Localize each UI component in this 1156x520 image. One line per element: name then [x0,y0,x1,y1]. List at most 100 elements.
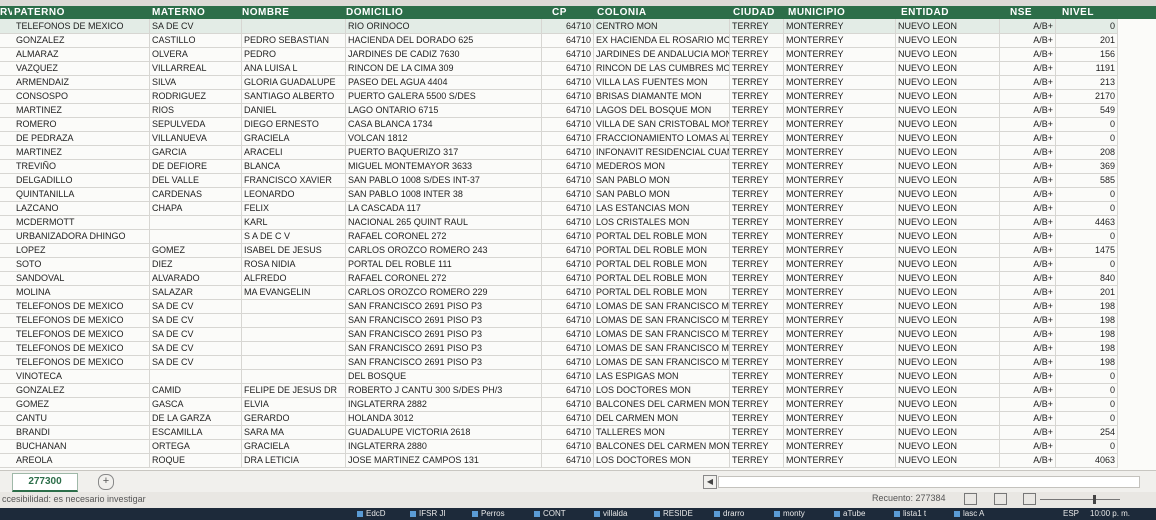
table-row[interactable]: LAZCANO CHAPA FELIX LA CASCADA 117 64710 LAS … [0,201,1118,216]
table-row[interactable]: TELEFONOS DE MEXICO SA DE CV RIO ORINOCO 64… [0,19,1118,34]
table-cell[interactable]: SALAZAR [150,285,242,299]
table-cell[interactable]: TERREY [730,453,784,467]
table-cell[interactable]: MONTERREY [784,117,896,131]
column-header-cp[interactable]: CP [552,6,592,19]
table-cell[interactable]: LA CASCADA 117 [346,201,542,215]
table-cell[interactable]: MONTERREY [784,327,896,341]
table-cell[interactable]: MARTINEZ [14,145,150,159]
table-cell[interactable]: CAMID [150,383,242,397]
table-cell[interactable]: TELEFONOS DE MEXICO [14,355,150,369]
table-cell[interactable]: TERREY [730,19,784,33]
table-cell[interactable]: TERREY [730,145,784,159]
table-cell[interactable]: NUEVO LEON [896,229,1000,243]
table-row[interactable]: MOLINA SALAZAR MA EVANGELIN CARLOS OROZCO R… [0,285,1118,300]
table-cell[interactable] [242,369,346,383]
table-cell[interactable]: VOLCAN 1812 [346,131,542,145]
table-cell[interactable]: 549 [1056,103,1118,117]
language-indicator[interactable]: ESP [1063,508,1079,520]
table-cell[interactable]: NUEVO LEON [896,19,1000,33]
table-row[interactable]: TELEFONOS DE MEXICO SA DE CV SAN FRANCISCO… [0,327,1118,342]
table-cell[interactable]: MONTERREY [784,75,896,89]
table-cell[interactable]: 840 [1056,271,1118,285]
table-cell[interactable]: A/B+ [1000,299,1056,313]
table-cell[interactable]: QUINTANILLA [14,187,150,201]
table-cell[interactable]: A/B+ [1000,453,1056,467]
table-cell[interactable]: PEDRO SEBASTIAN [242,33,346,47]
table-cell[interactable]: TERREY [730,33,784,47]
taskbar-item[interactable]: IFSR JI [408,508,446,520]
table-cell[interactable]: 64710 [542,327,594,341]
table-cell[interactable]: GRACIELA [242,439,346,453]
table-cell[interactable]: A/B+ [1000,187,1056,201]
table-cell[interactable]: ARACELI [242,145,346,159]
table-cell[interactable]: NUEVO LEON [896,439,1000,453]
table-cell[interactable]: A/B+ [1000,257,1056,271]
table-cell[interactable]: BALCONES DEL CARMEN MON [594,439,730,453]
table-cell[interactable]: NUEVO LEON [896,355,1000,369]
table-cell[interactable]: HOLANDA 3012 [346,411,542,425]
taskbar-item[interactable]: aTube [832,508,865,520]
table-cell[interactable]: NUEVO LEON [896,397,1000,411]
table-cell[interactable]: NUEVO LEON [896,131,1000,145]
table-cell[interactable]: SA DE CV [150,327,242,341]
table-cell[interactable]: 4063 [1056,453,1118,467]
table-cell[interactable]: BUCHANAN [14,439,150,453]
table-cell[interactable]: SILVA [150,75,242,89]
table-cell[interactable]: LOMAS DE SAN FRANCISCO MC [594,341,730,355]
table-cell[interactable]: A/B+ [1000,383,1056,397]
table-cell[interactable]: 254 [1056,425,1118,439]
table-cell[interactable]: GOMEZ [150,243,242,257]
table-cell[interactable]: MONTERREY [784,453,896,467]
table-cell[interactable]: 64710 [542,89,594,103]
table-cell[interactable]: LOS DOCTORES MON [594,453,730,467]
table-cell[interactable]: GLORIA GUADALUPE [242,75,346,89]
table-cell[interactable]: A/B+ [1000,327,1056,341]
table-cell[interactable]: ELVIA [242,397,346,411]
table-cell[interactable]: LOMAS DE SAN FRANCISCO MC [594,313,730,327]
table-cell[interactable]: 64710 [542,131,594,145]
table-cell[interactable]: CONSOSPO [14,89,150,103]
table-cell[interactable]: RIO ORINOCO [346,19,542,33]
table-cell[interactable]: A/B+ [1000,285,1056,299]
table-cell[interactable]: A/B+ [1000,159,1056,173]
table-cell[interactable] [242,19,346,33]
table-cell[interactable]: MARTINEZ [14,103,150,117]
table-cell[interactable]: NUEVO LEON [896,453,1000,467]
table-cell[interactable]: S A DE C V [242,229,346,243]
table-cell[interactable]: OLVERA [150,47,242,61]
table-cell[interactable]: A/B+ [1000,369,1056,383]
table-row[interactable]: SOTO DIEZ ROSA NIDIA PORTAL DEL ROBLE 111 64… [0,257,1118,272]
table-cell[interactable]: NUEVO LEON [896,89,1000,103]
table-cell[interactable]: 0 [1056,201,1118,215]
table-cell[interactable]: 198 [1056,341,1118,355]
table-cell[interactable]: VAZQUEZ [14,61,150,75]
table-cell[interactable]: NUEVO LEON [896,33,1000,47]
table-cell[interactable]: MONTERREY [784,229,896,243]
table-cell[interactable]: 4463 [1056,215,1118,229]
table-cell[interactable]: 369 [1056,159,1118,173]
taskbar-item[interactable]: monty [772,508,805,520]
table-cell[interactable]: MOLINA [14,285,150,299]
column-header-nivel[interactable]: NIVEL [1062,6,1112,19]
table-cell[interactable]: SARA MA [242,425,346,439]
table-cell[interactable] [150,229,242,243]
table-cell[interactable]: DELGADILLO [14,173,150,187]
table-cell[interactable]: 64710 [542,425,594,439]
table-cell[interactable]: NUEVO LEON [896,411,1000,425]
table-cell[interactable]: TERREY [730,201,784,215]
table-cell[interactable]: RAFAEL CORONEL 272 [346,271,542,285]
table-cell[interactable]: NUEVO LEON [896,383,1000,397]
taskbar-item[interactable]: Perros [470,508,505,520]
table-row[interactable]: VINOTECA DEL BOSQUE 64710 LAS ESPIGAS MON TE… [0,369,1118,384]
table-cell[interactable]: MONTERREY [784,355,896,369]
table-cell[interactable]: DEL CARMEN MON [594,411,730,425]
table-cell[interactable] [150,215,242,229]
table-row[interactable]: QUINTANILLA CARDENAS LEONARDO SAN PABLO 100… [0,187,1118,202]
table-cell[interactable]: 64710 [542,285,594,299]
table-cell[interactable]: MONTERREY [784,103,896,117]
table-cell[interactable]: SEPULVEDA [150,117,242,131]
table-cell[interactable]: SANTIAGO ALBERTO [242,89,346,103]
table-cell[interactable]: 198 [1056,355,1118,369]
table-cell[interactable]: 64710 [542,33,594,47]
table-cell[interactable]: TERREY [730,103,784,117]
